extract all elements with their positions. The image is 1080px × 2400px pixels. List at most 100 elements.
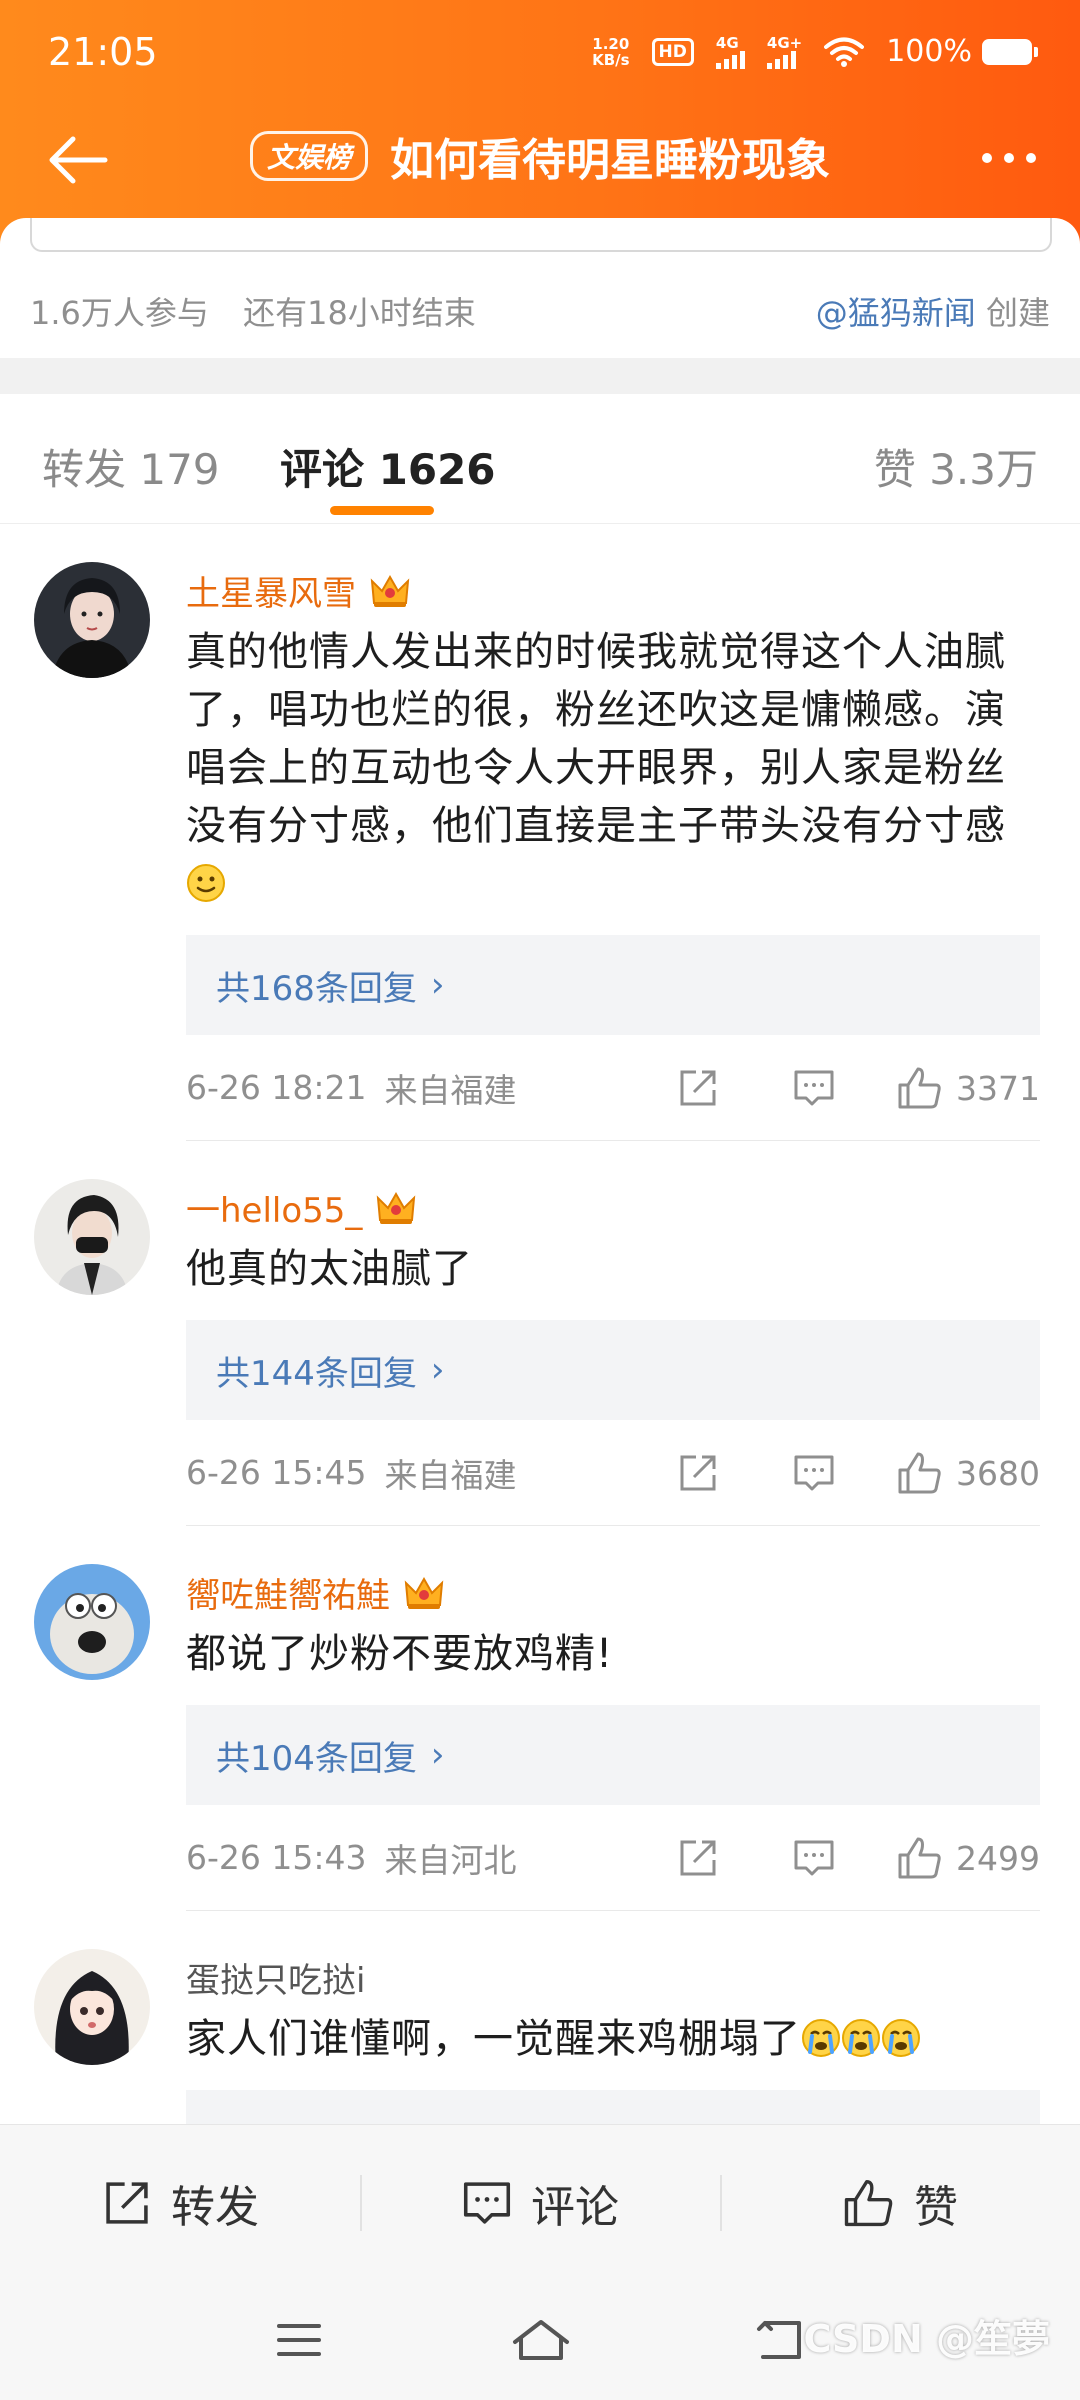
title-bar: 文娱榜 如何看待明星睡粉现象 [0, 110, 1080, 210]
hd-icon: HD [651, 37, 694, 66]
status-bar: 21:05 1.20 KB/s HD 4G 4G+ 100% [0, 0, 1080, 110]
reply-button[interactable] [756, 1451, 872, 1495]
dot [1026, 153, 1036, 163]
comment-icon [794, 1070, 834, 1106]
battery-indicator: 100% [886, 34, 1038, 69]
topic-meta: 1.6万人参与 还有18小时结束 @猛犸新闻 创建 [30, 288, 1050, 334]
share-icon [106, 2181, 148, 2224]
comment-location: 来自河北 [384, 1840, 517, 1880]
replies-link[interactable]: 共144条回复 › [186, 1320, 1040, 1420]
smile-emoji-icon [187, 864, 225, 902]
header: 21:05 1.20 KB/s HD 4G 4G+ 100% 文娱榜 如何看待明… [0, 0, 1080, 250]
crown-badge-icon [404, 1576, 444, 1609]
crying-emoji-icon [882, 2019, 920, 2057]
comment-button[interactable]: 评论 [360, 2125, 720, 2280]
reply-button[interactable] [756, 1066, 872, 1110]
like-button[interactable]: 赞 [720, 2125, 1080, 2280]
thumbs-up-icon [844, 2179, 893, 2226]
menu-button[interactable] [264, 2310, 334, 2370]
back-icon [757, 2321, 801, 2359]
share-icon [680, 1840, 716, 1876]
signal-icon: 4G [715, 35, 745, 69]
thumbs-up-icon [898, 1837, 941, 1879]
share-icon [680, 1455, 716, 1491]
participant-count: 1.6万人参与 [30, 294, 209, 332]
like-button[interactable]: 2499 [872, 1835, 1040, 1881]
share-button[interactable] [640, 1451, 756, 1495]
section-divider [0, 358, 1080, 394]
like-button[interactable]: 3371 [872, 1065, 1040, 1111]
comment-text: 他真的太油腻了 [186, 1246, 473, 1292]
repost-button[interactable]: 转发 [0, 2125, 360, 2280]
menu-icon [277, 2324, 321, 2356]
comment-text: 家人们谁懂啊，一觉醒来鸡棚塌了 [186, 2010, 1040, 2068]
system-nav-bar: CSDN @笙夢 [0, 2280, 1080, 2400]
avatar[interactable] [34, 1179, 150, 1295]
tab-like[interactable]: 赞 3.3万 [874, 436, 1038, 497]
thumbs-up-icon [898, 1067, 941, 1109]
avatar[interactable] [34, 1564, 150, 1680]
comment-username[interactable]: 蛋挞只吃挞i [186, 1953, 365, 2002]
tab-repost[interactable]: 转发 179 [42, 436, 220, 497]
tab-bar: 转发 179 评论 1626 赞 3.3万 [0, 394, 1080, 524]
avatar[interactable] [34, 1949, 150, 2065]
chevron-right-icon: › [430, 965, 445, 1005]
thumbs-up-icon [898, 1452, 941, 1494]
network-speed: 1.20 KB/s [592, 34, 630, 69]
comment-icon [794, 1840, 834, 1876]
comment-item: 土星暴风雪 真的他情人发出来的时候我就觉得这个人油腻了，唱功也烂的很，粉丝还吹这… [0, 524, 1080, 1141]
dot [982, 153, 992, 163]
comment-list: 土星暴风雪 真的他情人发出来的时候我就觉得这个人油腻了，唱功也烂的很，粉丝还吹这… [0, 524, 1080, 2190]
home-icon [513, 2320, 569, 2360]
creator-link[interactable]: @猛犸新闻 [816, 294, 976, 332]
comment-date: 6-26 15:45 [186, 1453, 367, 1492]
comment-location: 来自福建 [384, 1070, 517, 1110]
content-sheet: 1.6万人参与 还有18小时结束 @猛犸新闻 创建 转发 179 评论 1626… [0, 218, 1080, 2400]
comment-location: 来自福建 [384, 1455, 517, 1495]
comment-text: 真的他情人发出来的时候我就觉得这个人油腻了，唱功也烂的很，粉丝还吹这是慵懒感。演… [186, 623, 1040, 913]
dot [1004, 153, 1014, 163]
signal-icon: 4G+ [766, 35, 802, 69]
status-icons: 1.20 KB/s HD 4G 4G+ 100% [592, 34, 1038, 69]
comment-text: 都说了炒粉不要放鸡精! [186, 1631, 614, 1677]
chevron-right-icon: › [430, 1735, 445, 1775]
comment-icon [463, 2181, 511, 2224]
crown-badge-icon [377, 1191, 416, 1224]
comment-date: 6-26 15:43 [186, 1838, 367, 1877]
category-badge[interactable]: 文娱榜 [249, 131, 368, 181]
crying-emoji-icon [842, 2019, 880, 2057]
comment-footer: 6-26 15:43 来自河北 2499 [186, 1805, 1040, 1911]
vote-box[interactable] [30, 218, 1052, 252]
share-button[interactable] [640, 1836, 756, 1880]
time-remaining: 还有18小时结束 [243, 294, 476, 332]
active-tab-indicator [330, 506, 434, 515]
watermark: CSDN @笙夢 [803, 2317, 1050, 2361]
reply-button[interactable] [756, 1836, 872, 1880]
comment-username[interactable]: 嚮咗鮭嚮祐鮭 [186, 1568, 390, 1617]
home-button[interactable] [506, 2310, 576, 2370]
replies-link[interactable]: 共168条回复 › [186, 935, 1040, 1035]
like-count: 2499 [956, 1838, 1040, 1878]
share-button[interactable] [640, 1066, 756, 1110]
comment-item: 嚮咗鮭嚮祐鮭 都说了炒粉不要放鸡精! 共104条回复 › 6-26 15:43 … [0, 1526, 1080, 1911]
share-icon [680, 1070, 716, 1106]
comment-username[interactable]: 一hello55_ [186, 1183, 362, 1232]
comment-item: 一hello55_ 他真的太油腻了 共144条回复 › 6-26 15:45 来… [0, 1141, 1080, 1526]
comment-footer: 6-26 18:21 来自福建 3371 [186, 1035, 1040, 1141]
replies-link[interactable]: 共104条回复 › [186, 1705, 1040, 1805]
like-count: 3371 [956, 1068, 1040, 1108]
more-options-button[interactable] [956, 128, 1036, 188]
status-time: 21:05 [48, 30, 158, 74]
comment-footer: 6-26 15:45 来自福建 3680 [186, 1420, 1040, 1526]
tab-comment[interactable]: 评论 1626 [280, 436, 496, 497]
page-title: 如何看待明星睡粉现象 [390, 135, 830, 186]
comment-icon [794, 1455, 834, 1491]
avatar[interactable] [34, 562, 150, 678]
created-label: 创建 [985, 294, 1050, 332]
comment-username[interactable]: 土星暴风雪 [186, 566, 356, 615]
bottom-action-bar: 转发 评论 赞 [0, 2124, 1080, 2280]
comment-date: 6-26 18:21 [186, 1068, 367, 1107]
crying-emoji-icon [802, 2019, 840, 2057]
crown-badge-icon [370, 574, 410, 607]
like-button[interactable]: 3680 [872, 1450, 1040, 1496]
